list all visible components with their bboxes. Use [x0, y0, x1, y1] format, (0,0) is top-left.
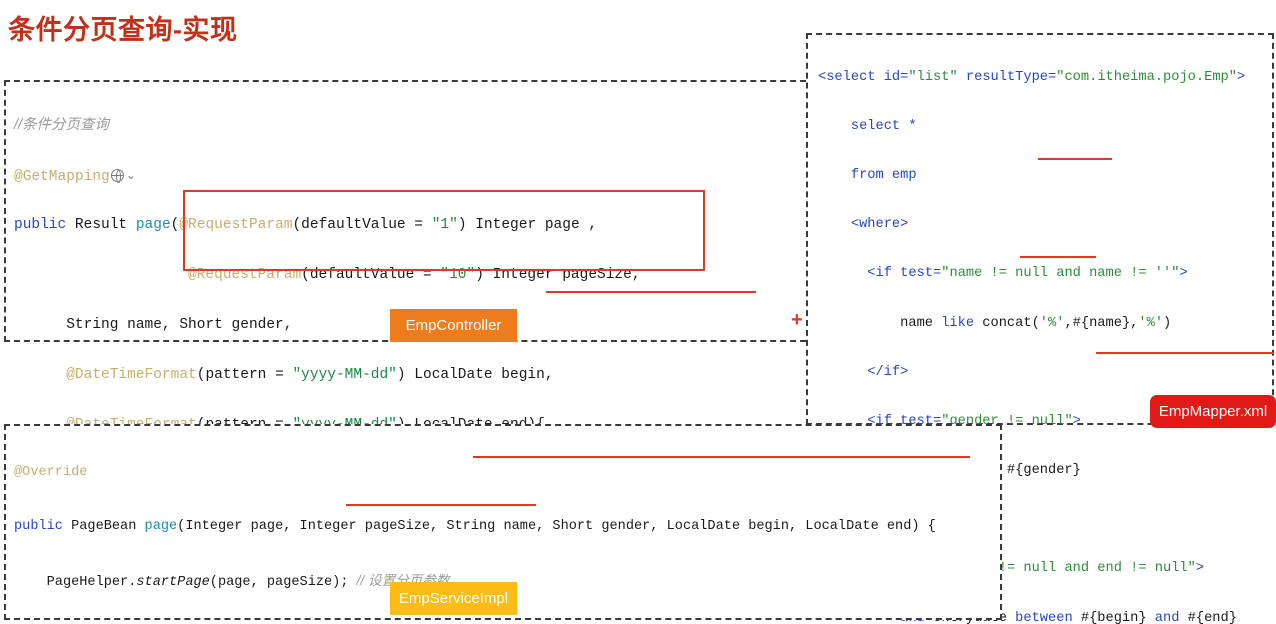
- param-rest: ) Integer page ,: [457, 217, 598, 233]
- startpage-args: (page, pageSize);: [209, 575, 357, 590]
- method-startpage: startPage: [136, 575, 210, 590]
- sql-between: between: [1015, 610, 1073, 624]
- datetimeformat-annotation: @DateTimeFormat: [66, 367, 197, 383]
- tag-close: >: [1072, 413, 1081, 429]
- attr-resulttype-value: "com.itheima.pojo.Emp": [1056, 69, 1237, 85]
- param-default-label: (defaultValue =: [292, 217, 432, 233]
- tag-close: >: [1179, 266, 1188, 282]
- code-line: name like concat('%',#{name},'%'): [818, 312, 1245, 337]
- code-line: <where>: [818, 213, 1245, 238]
- attr-resulttype: resultType=: [957, 69, 1057, 85]
- sql-wildcard: '%': [1138, 315, 1164, 331]
- sql-paren: ): [1163, 315, 1172, 331]
- param-default-value: "1": [431, 217, 458, 233]
- requestparam-annotation: @RequestParam: [188, 267, 302, 283]
- tag-close: >: [1236, 69, 1246, 85]
- badge-emp-controller: EmpController: [390, 309, 517, 342]
- sql-from: from emp: [850, 167, 917, 183]
- pagehelper-obj: PageHelper.: [46, 575, 137, 590]
- select-tag-open: <select: [818, 69, 884, 85]
- param-rest: ) Integer pageSize,: [475, 267, 641, 283]
- sql-param-begin: #{begin}: [1072, 610, 1155, 624]
- sql-name-col: name: [900, 315, 942, 331]
- override-annotation: @Override: [14, 465, 88, 480]
- underline-param-gender: [1020, 256, 1096, 258]
- sql-param-end: #{end}: [1179, 610, 1237, 624]
- page-title: 条件分页查询-实现: [8, 15, 238, 45]
- code-line: <if test="name != null and name != ''">: [818, 262, 1245, 287]
- if-tag-open: <if test=: [867, 266, 942, 282]
- sql-wildcard: '%': [1039, 315, 1065, 331]
- method-page: page: [144, 519, 178, 534]
- tag-close: >: [1195, 561, 1205, 577]
- param-rest: ) LocalDate begin,: [396, 367, 554, 383]
- param-default-value: "10": [440, 267, 476, 283]
- keyword-public: public: [14, 217, 67, 233]
- code-line: @GetMapping ⌄: [14, 163, 710, 188]
- slide-root: 条件分页查询-实现 //条件分页查询 @GetMapping ⌄ public R…: [0, 0, 1276, 624]
- plus-marker: +: [791, 309, 803, 331]
- code-line: public PageBean page(Integer page, Integ…: [14, 513, 936, 540]
- if-test-name: "name != null and name != ''": [941, 266, 1180, 282]
- underline-param-begin-end: [1096, 352, 1274, 354]
- code-line: @Override: [14, 459, 936, 486]
- attr-id: id=: [883, 69, 909, 85]
- method-params: (Integer page, Integer pageSize, String …: [177, 519, 936, 534]
- code-line: @RequestParam(defaultValue = "10") Integ…: [14, 263, 710, 288]
- badge-emp-mapper-xml: EmpMapper.xml: [1150, 395, 1276, 428]
- if-tag-end: </if>: [867, 364, 909, 380]
- boxed-params-line-1: String name, Short gender,: [66, 317, 293, 333]
- code-line: String name, Short gender,: [14, 313, 710, 338]
- code-line: </if>: [818, 361, 1245, 386]
- code-line: //条件分页查询: [14, 113, 710, 138]
- underline-controller-args: [546, 291, 756, 293]
- getmapping-annotation: @GetMapping: [14, 169, 110, 185]
- type-pagebean: PageBean: [62, 519, 145, 534]
- method-page: page: [135, 217, 171, 233]
- underline-service-signature: [473, 456, 970, 458]
- sql-and: and: [1154, 610, 1180, 624]
- sql-param-name: ,#{name},: [1064, 315, 1139, 331]
- underline-param-name: [1038, 158, 1112, 160]
- sql-like: like: [941, 315, 975, 331]
- code-comment: //条件分页查询: [14, 117, 110, 133]
- param-default-label: (defaultValue =: [301, 267, 441, 283]
- code-line: public Result page(@RequestParam(default…: [14, 217, 598, 233]
- where-tag: <where>: [850, 217, 909, 233]
- underline-service-args: [346, 504, 536, 506]
- chevron-down-icon: ⌄: [125, 168, 136, 182]
- pattern-value: "yyyy-MM-dd": [292, 367, 397, 383]
- sql-select: select *: [850, 118, 917, 134]
- sql-concat: concat(: [974, 315, 1040, 331]
- keyword-public: public: [14, 519, 63, 534]
- code-line: select *: [818, 115, 1245, 140]
- code-line: from emp: [818, 164, 1245, 189]
- attr-id-value: "list": [908, 69, 958, 85]
- type-result: Result: [74, 217, 128, 233]
- code-line: @DateTimeFormat(pattern = "yyyy-MM-dd") …: [14, 363, 710, 388]
- code-line: <select id="list" resultType="com.itheim…: [818, 66, 1245, 91]
- badge-emp-service-impl: EmpServiceImpl: [390, 582, 517, 615]
- requestparam-annotation: @RequestParam: [179, 217, 293, 233]
- pattern-label: (pattern =: [196, 367, 293, 383]
- globe-icon: [110, 169, 124, 183]
